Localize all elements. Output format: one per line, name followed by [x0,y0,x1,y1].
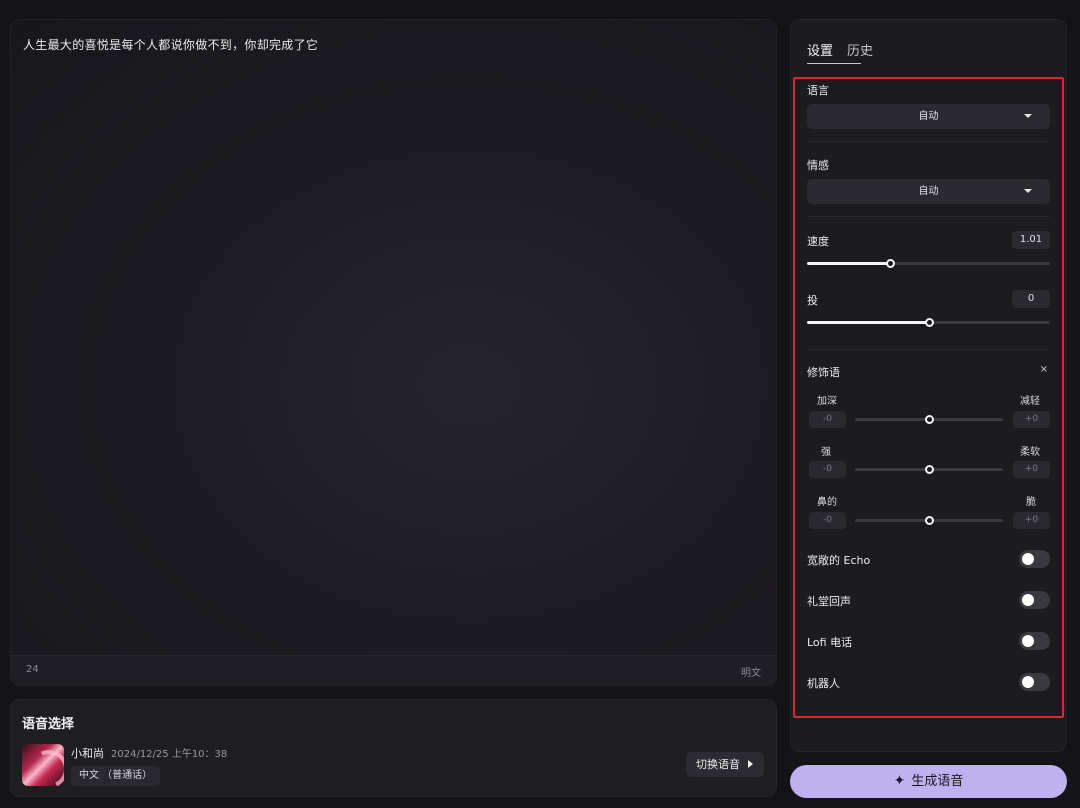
speed-slider-fill [807,262,890,265]
language-dropdown[interactable]: 自动 [807,104,1050,129]
modifier-right-value[interactable]: +0 [1013,411,1050,428]
toggle-spacious-echo[interactable] [1019,550,1050,568]
modifier-right-value[interactable]: +0 [1013,461,1050,478]
char-count: 24 [26,664,39,675]
modifier-slider-nasal[interactable] [855,516,1003,525]
sparkle-icon: ✦ [893,773,906,789]
divider [807,349,1050,350]
editor-text[interactable]: 人生最大的喜悦是每个人都说你做不到，你却完成了它 [23,36,318,53]
pitch-slider[interactable] [807,318,1050,327]
active-tab-underline [807,63,861,64]
language-value: 自动 [918,111,939,122]
generate-speech-button[interactable]: ✦ 生成语音 [790,765,1067,798]
voice-avatar [22,744,64,786]
modifier-left-label: 鼻的 [817,497,837,508]
generate-label: 生成语音 [911,774,964,789]
collapse-icon[interactable]: ⨯ [1040,364,1048,375]
modifier-left-value[interactable]: -0 [809,461,846,478]
toggle-label-robot: 机器人 [807,677,840,690]
modifier-left-value[interactable]: -0 [809,411,846,428]
caret-down-icon [1024,114,1032,118]
modifier-slider-thumb[interactable] [925,415,934,424]
toggle-lofi-phone[interactable] [1019,632,1050,650]
modifier-right-label: 脆 [1026,497,1036,508]
modifier-right-value[interactable]: +0 [1013,512,1050,529]
modifier-slider-thumb[interactable] [925,465,934,474]
text-mode-label[interactable]: 明文 [741,664,761,679]
speed-slider[interactable] [807,259,1050,268]
toggle-robot[interactable] [1019,673,1050,691]
modifier-right-label: 减轻 [1020,396,1040,407]
toggle-label-auditorium-echo: 礼堂回声 [807,595,851,608]
emotion-dropdown[interactable]: 自动 [807,179,1050,204]
caret-down-icon [1024,189,1032,193]
voice-panel-title: 语音选择 [22,717,75,732]
voice-language-tag: 中文 （普通话） [71,766,161,786]
modifier-left-value[interactable]: -0 [809,512,846,529]
speed-label: 速度 [807,235,829,248]
voice-name: 小和尚 [71,747,104,760]
switch-voice-button[interactable]: 切换语音 [686,752,764,777]
modifiers-title: 修饰语 [807,366,840,379]
modifier-left-label: 强 [821,447,831,458]
modifier-right-label: 柔软 [1020,447,1040,458]
speed-slider-thumb[interactable] [885,259,895,268]
toggle-label-spacious-echo: 宽敞的 Echo [807,554,871,567]
speed-value-box[interactable]: 1.01 [1012,231,1050,249]
toggle-auditorium-echo[interactable] [1019,591,1050,609]
pitch-value-box[interactable]: 0 [1012,290,1050,308]
settings-panel: 设置 历史 语言 自动 情感 自动 速度 1.01 投 0 修饰语 ⨯ 加深 减… [790,19,1067,752]
voice-date: 2024/12/25 上午10：38 [111,749,228,760]
editor-footer: 24 明文 [11,655,776,685]
modifier-slider-deepen[interactable] [855,415,1003,424]
divider [807,141,1050,142]
pitch-slider-thumb[interactable] [924,318,934,327]
language-label: 语言 [807,84,829,97]
modifier-slider-thumb[interactable] [925,516,934,525]
toggle-label-lofi-phone: Lofi 电话 [807,636,853,649]
pitch-label: 投 [807,294,818,307]
voice-selection-panel: 语音选择 小和尚 2024/12/25 上午10：38 中文 （普通话） 切换语… [10,699,777,797]
modifier-left-label: 加深 [817,396,837,407]
text-editor[interactable]: 人生最大的喜悦是每个人都说你做不到，你却完成了它 24 明文 [10,19,777,686]
divider [807,216,1050,217]
pitch-slider-fill [807,321,929,324]
modifier-slider-strong[interactable] [855,465,1003,474]
emotion-value: 自动 [918,186,939,197]
emotion-label: 情感 [807,159,829,172]
